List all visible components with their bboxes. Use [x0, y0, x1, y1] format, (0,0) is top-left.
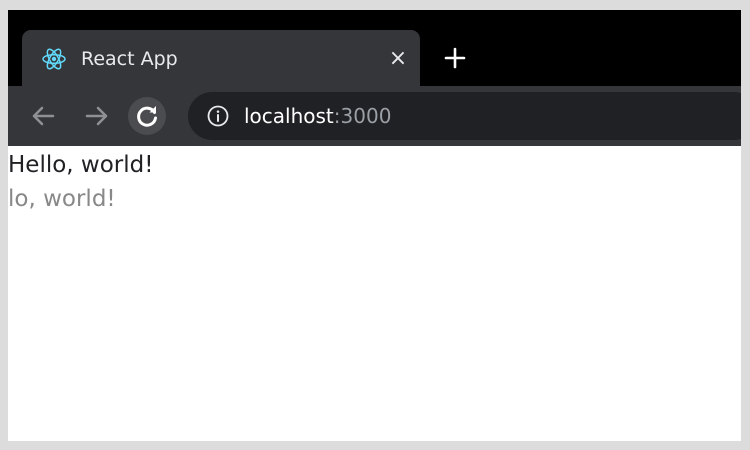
address-bar[interactable]: localhost:3000	[188, 92, 741, 140]
url-text: localhost:3000	[244, 103, 391, 129]
tab-title: React App	[81, 48, 178, 70]
browser-toolbar: localhost:3000	[8, 86, 741, 146]
arrow-left-icon	[32, 106, 55, 126]
close-icon[interactable]: ×	[385, 46, 411, 72]
forward-button[interactable]	[78, 97, 116, 135]
react-logo-icon	[41, 46, 67, 72]
tab-strip: React App ×	[8, 10, 741, 86]
arrow-right-icon	[85, 106, 108, 126]
info-icon[interactable]	[206, 104, 230, 128]
reload-button[interactable]	[128, 97, 166, 135]
plus-icon[interactable]	[440, 43, 470, 73]
back-button[interactable]	[24, 97, 62, 135]
tab-react-app[interactable]: React App ×	[22, 30, 420, 86]
url-host: localhost	[244, 104, 334, 128]
reload-icon	[137, 106, 157, 127]
page-content: Hello, world! lo, world!	[8, 146, 741, 441]
hello-text-partial: lo, world!	[8, 186, 116, 212]
browser-window: React App × localhost:3000 Hello, world!…	[8, 10, 741, 441]
url-port: :3000	[333, 104, 392, 128]
hello-text: Hello, world!	[8, 152, 154, 178]
